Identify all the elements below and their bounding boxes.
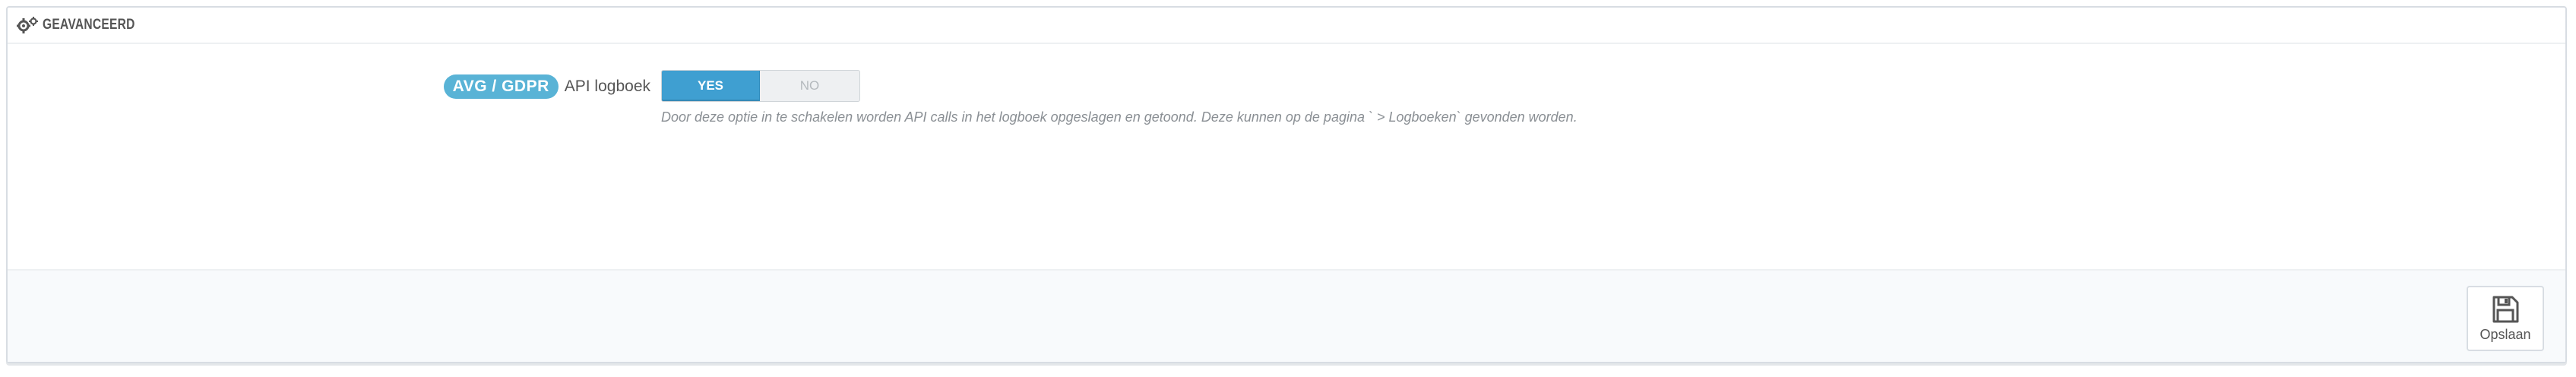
save-icon [2491,295,2520,324]
api-logbook-row: AVG / GDPR API logboek YES NO [8,70,2565,103]
help-text: Door deze optie in te schakelen worden A… [661,109,1578,125]
gdpr-badge: AVG / GDPR [443,74,559,99]
field-label-area: AVG / GDPR API logboek [443,70,650,103]
panel-title: GEAVANCEERD [43,17,135,33]
toggle-yes-option[interactable]: YES [662,71,760,101]
panel-footer: Opslaan [8,269,2565,362]
advanced-panel: GEAVANCEERD AVG / GDPR API logboek YES N… [6,6,2567,363]
save-button[interactable]: Opslaan [2467,286,2544,351]
api-logbook-label: API logboek [564,78,650,95]
gears-icon [17,17,38,33]
api-logbook-toggle[interactable]: YES NO [661,70,860,102]
save-label: Opslaan [2479,326,2531,342]
toggle-no-option[interactable]: NO [760,71,859,101]
panel-heading: GEAVANCEERD [8,8,2565,44]
